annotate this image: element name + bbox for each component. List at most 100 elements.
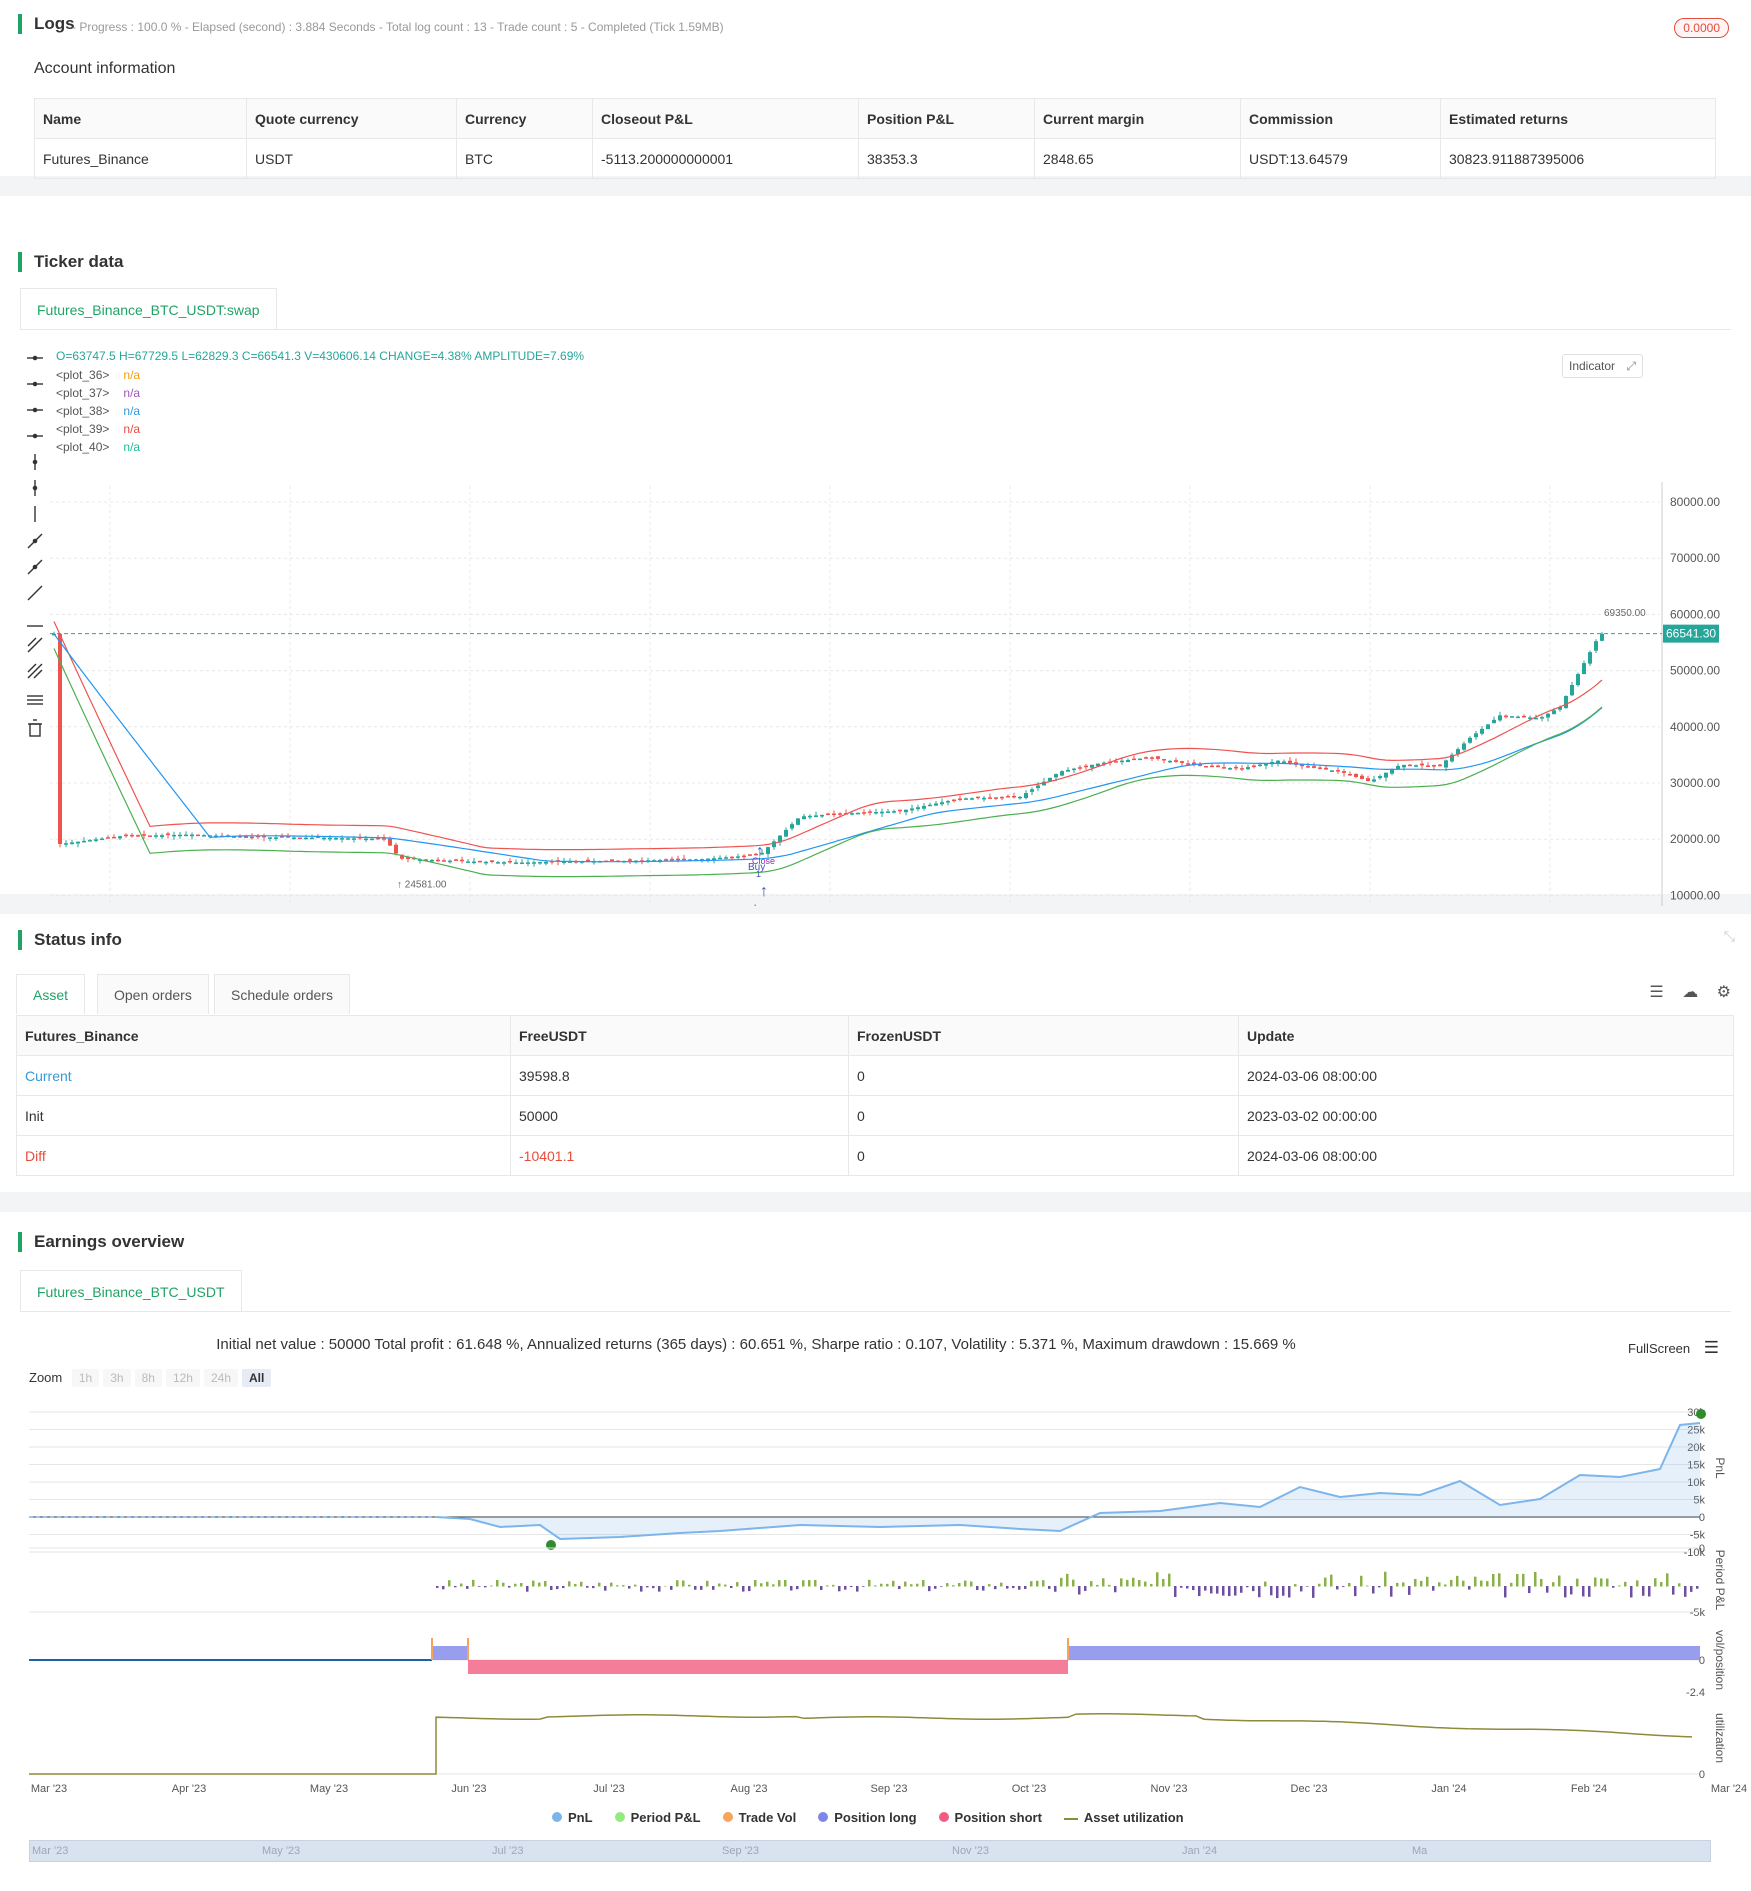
candle-body: [1060, 771, 1064, 776]
candle-body: [1222, 767, 1226, 769]
ticker-chart[interactable]: 80000.00 70000.00 60000.00 50000.00 40000.00…: [0, 336, 1751, 906]
period-bar: [796, 1586, 799, 1590]
legend-item[interactable]: Asset utilization: [1063, 1810, 1184, 1825]
zoom-option[interactable]: 24h: [203, 1369, 238, 1387]
period-bar: [1654, 1578, 1657, 1587]
earnings-panel: Earnings overview Futures_Binance_BTC_US…: [0, 1212, 1751, 1891]
candle-body: [1330, 770, 1334, 772]
candle-body: [1384, 772, 1388, 778]
zoom-option[interactable]: 12h: [165, 1369, 200, 1387]
period-bar: [1180, 1586, 1183, 1588]
candle-body: [166, 833, 170, 836]
period-bar: [640, 1586, 643, 1592]
table-cell: 2023-03-02 00:00:00: [1238, 1095, 1734, 1136]
tab-earnings-symbol[interactable]: Futures_Binance_BTC_USDT: [20, 1270, 242, 1312]
zoom-option[interactable]: 8h: [134, 1369, 162, 1387]
period-bar: [1540, 1579, 1543, 1587]
period-bar: [766, 1581, 769, 1587]
period-bar: [1648, 1586, 1651, 1597]
legend-item[interactable]: Trade Vol: [722, 1810, 796, 1825]
candle-body: [1444, 760, 1448, 768]
earnings-chart[interactable]: 30k25k20k15k10k5k0-5k-10k0-5k0-2.40PnLPe…: [0, 1398, 1751, 1868]
zoom-option[interactable]: All: [242, 1369, 272, 1387]
expand-icon[interactable]: ⤢: [1626, 359, 1636, 373]
candle-body: [880, 811, 884, 814]
period-bar: [508, 1586, 511, 1588]
table-cell: USDT: [246, 138, 457, 179]
period-bar: [826, 1585, 829, 1587]
candle-body: [1474, 733, 1478, 738]
candle-body: [1516, 716, 1520, 719]
candle-body: [610, 859, 614, 861]
candle-body: [1480, 728, 1484, 734]
period-bar: [538, 1582, 541, 1587]
candle-body: [1600, 633, 1604, 641]
candle-body: [922, 805, 926, 809]
period-bar: [1234, 1586, 1237, 1596]
candle-body: [1498, 715, 1502, 721]
tab-open-orders[interactable]: Open orders: [97, 974, 209, 1014]
candle-body: [832, 813, 836, 816]
plot-legend-name: <plot_37>: [56, 386, 110, 400]
legend-marker: [1063, 1817, 1078, 1820]
tab-ticker-symbol[interactable]: Futures_Binance_BTC_USDT:swap: [20, 288, 277, 330]
candle-body: [184, 834, 188, 837]
period-bar: [1432, 1586, 1435, 1591]
candle-body: [1030, 789, 1034, 792]
tab-schedule-orders[interactable]: Schedule orders: [214, 974, 350, 1014]
hamburger-icon[interactable]: ☰: [1704, 1338, 1719, 1357]
candle-body: [946, 801, 950, 803]
candle-body: [202, 835, 206, 837]
period-bar: [772, 1584, 775, 1587]
candle-body: [1072, 768, 1076, 771]
legend-item[interactable]: Position long: [818, 1810, 917, 1825]
menu-icon[interactable]: ☰: [1649, 984, 1663, 1001]
plot-legend-name: <plot_39>: [56, 422, 110, 436]
candle-body: [1120, 760, 1124, 763]
candle-body: [1366, 778, 1370, 782]
tab-asset[interactable]: Asset: [16, 974, 86, 1014]
col-header: Closeout P&L: [592, 98, 859, 139]
cloud-download-icon[interactable]: ☁: [1682, 984, 1698, 1001]
logs-badge[interactable]: 0.0000: [1674, 18, 1729, 38]
period-bar: [1036, 1580, 1039, 1587]
candle-body: [1552, 710, 1556, 715]
legend-item[interactable]: PnL: [552, 1810, 593, 1825]
period-bar: [496, 1579, 499, 1587]
candle-body: [1138, 758, 1142, 761]
period-bar: [1600, 1578, 1603, 1587]
period-bar: [1468, 1586, 1471, 1590]
candle-body: [1540, 717, 1544, 719]
collapse-icon[interactable]: ⤡: [1724, 928, 1735, 945]
legend-item[interactable]: Position short: [938, 1810, 1042, 1825]
candle-body: [118, 836, 122, 839]
period-bar: [1408, 1586, 1411, 1595]
navigator-tick: Sep '23: [722, 1845, 759, 1857]
navigator[interactable]: Mar '23 May '23 Jul '23 Sep '23 Nov '23 Jan '…: [29, 1840, 1711, 1862]
period-bar: [682, 1580, 685, 1587]
zoom-option[interactable]: 1h: [71, 1369, 100, 1387]
legend-item[interactable]: Period P&L: [614, 1810, 701, 1825]
row-label-current[interactable]: Current: [16, 1055, 511, 1096]
candle-body: [1180, 761, 1184, 763]
period-bar: [448, 1580, 451, 1587]
navigator-tick: May '23: [262, 1845, 301, 1857]
vol-tick-label: -2.4: [1686, 1687, 1705, 1699]
candle-body: [1036, 785, 1040, 789]
zoom-option[interactable]: 3h: [103, 1369, 131, 1387]
indicator-button[interactable]: Indicator ⤢: [1562, 354, 1643, 378]
candle-body: [88, 840, 92, 842]
gear-icon[interactable]: ⚙: [1717, 984, 1731, 1001]
x-tick-label: Dec '23: [1291, 1783, 1328, 1795]
y-tick-label: 60000.00: [1670, 607, 1720, 621]
candle-body: [1570, 685, 1574, 696]
mark-count: 1: [756, 869, 761, 879]
period-bar: [820, 1586, 823, 1590]
candle-body: [670, 858, 674, 861]
candle-body: [148, 835, 152, 837]
candle-body: [1348, 773, 1352, 776]
trade-vol-bar: [467, 1638, 469, 1660]
period-bar: [1510, 1582, 1513, 1587]
candle-body: [388, 838, 392, 846]
fullscreen-button[interactable]: FullScreen ☰: [1628, 1338, 1719, 1358]
